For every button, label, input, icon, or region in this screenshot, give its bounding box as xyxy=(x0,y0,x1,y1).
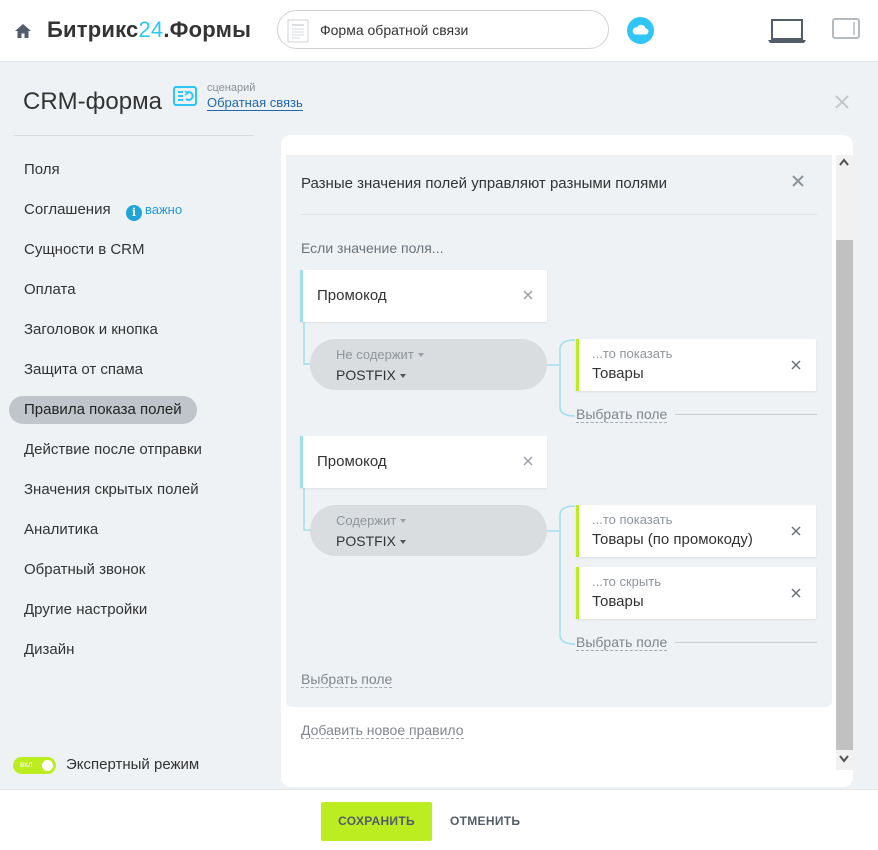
condition-field-name: Промокод xyxy=(317,453,387,470)
brand-logo[interactable]: Битрикс24.Формы xyxy=(47,17,251,43)
chevron-down-icon xyxy=(399,540,406,544)
important-badge[interactable]: i важно xyxy=(126,200,183,221)
condition-pill: Содержит POSTFIX xyxy=(310,505,547,556)
action-target: Товары (по промокоду) xyxy=(592,531,753,548)
sidebar-item-field-rules[interactable]: Правила показа полей xyxy=(9,396,197,424)
chevron-down-icon xyxy=(417,353,424,357)
condition-field-card[interactable]: Промокод xyxy=(300,270,547,322)
pick-condition-field-link[interactable]: Выбрать поле xyxy=(301,671,393,688)
rule-title: Разные значения полей управляют разными … xyxy=(301,175,667,192)
cancel-button[interactable]: ОТМЕНИТЬ xyxy=(450,814,520,828)
pick-field-link[interactable]: Выбрать поле xyxy=(576,634,668,651)
action-target: Товары xyxy=(592,593,644,610)
expert-mode-label: Экспертный режим xyxy=(66,756,200,773)
sidebar-item-analytics[interactable]: Аналитика xyxy=(24,516,98,544)
sidebar-item-fields[interactable]: Поля xyxy=(24,156,60,184)
form-selector-value: Форма обратной связи xyxy=(320,22,469,38)
page-title: CRM-форма xyxy=(23,88,162,115)
chevron-down-icon xyxy=(399,374,406,378)
expert-mode-toggle[interactable]: вкл xyxy=(13,757,56,774)
sidebar-item-callback[interactable]: Обратный звонок xyxy=(24,556,145,584)
sidebar-item-other-settings[interactable]: Другие настройки xyxy=(24,596,147,624)
toggle-knob xyxy=(42,760,53,771)
remove-action-icon[interactable] xyxy=(791,588,801,598)
action-bracket xyxy=(547,339,576,417)
remove-field-icon[interactable] xyxy=(523,290,533,300)
top-bar: Битрикс24.Формы Форма обратной связи xyxy=(0,0,878,62)
add-rule-link[interactable]: Добавить новое правило xyxy=(301,722,464,739)
sidebar-item-hidden-fields[interactable]: Значения скрытых полей xyxy=(24,476,199,504)
action-target: Товары xyxy=(592,365,644,382)
remove-rule-icon[interactable] xyxy=(791,174,805,188)
condition-value[interactable]: POSTFIX xyxy=(336,533,406,549)
home-icon[interactable] xyxy=(14,22,32,40)
sidebar-divider xyxy=(13,135,254,136)
condition-field-card[interactable]: Промокод xyxy=(300,436,547,488)
condition-operator[interactable]: Не содержит xyxy=(336,347,424,362)
sidebar-item-agreements[interactable]: Соглашения xyxy=(24,196,111,224)
save-button[interactable]: СОХРАНИТЬ xyxy=(321,802,432,841)
pick-field-line xyxy=(675,642,817,643)
condition-operator[interactable]: Содержит xyxy=(336,513,407,528)
remove-field-icon[interactable] xyxy=(523,456,533,466)
pick-field-link[interactable]: Выбрать поле xyxy=(576,406,668,423)
action-type[interactable]: ...то показать xyxy=(592,512,672,527)
condition-value[interactable]: POSTFIX xyxy=(336,367,406,383)
footer-bar xyxy=(0,789,878,850)
sidebar-item-design[interactable]: Дизайн xyxy=(24,636,74,664)
scenario-link[interactable]: Обратная связь xyxy=(207,95,303,111)
condition-field-name: Промокод xyxy=(317,287,387,304)
mobile-view-icon[interactable] xyxy=(832,18,860,40)
scroll-down-icon[interactable] xyxy=(838,754,850,764)
action-type[interactable]: ...то показать xyxy=(592,346,672,361)
document-icon xyxy=(287,19,309,43)
cloud-icon xyxy=(632,24,649,35)
chevron-down-icon xyxy=(400,519,407,523)
scenario-caption: сценарий xyxy=(207,82,256,94)
if-value-label: Если значение поля... xyxy=(301,240,444,256)
remove-action-icon[interactable] xyxy=(791,360,801,370)
action-bracket xyxy=(547,505,576,645)
sidebar-item-header-button[interactable]: Заголовок и кнопка xyxy=(24,316,158,344)
desktop-view-icon[interactable] xyxy=(767,18,807,44)
sidebar-item-spam-protection[interactable]: Защита от спама xyxy=(24,356,143,384)
cloud-publish-button[interactable] xyxy=(627,17,654,44)
scrollbar-thumb[interactable] xyxy=(836,240,853,750)
sidebar-item-after-submit[interactable]: Действие после отправки xyxy=(24,436,202,464)
condition-pill: Не содержит POSTFIX xyxy=(310,339,547,390)
remove-action-icon[interactable] xyxy=(791,526,801,536)
action-type[interactable]: ...то скрыть xyxy=(592,574,661,589)
form-selector[interactable]: Форма обратной связи xyxy=(277,10,609,49)
sidebar-item-crm-entities[interactable]: Сущности в CRM xyxy=(24,236,145,264)
action-card[interactable]: ...то показать Товары xyxy=(576,339,816,391)
action-card[interactable]: ...то скрыть Товары xyxy=(576,567,816,619)
important-badge-label: важно xyxy=(145,202,183,217)
action-card[interactable]: ...то показать Товары (по промокоду) xyxy=(576,505,816,557)
scenario-icon xyxy=(173,86,197,106)
pick-field-line xyxy=(675,414,817,415)
toggle-state-label: вкл xyxy=(20,760,33,769)
sidebar-item-payment[interactable]: Оплата xyxy=(24,276,76,304)
close-icon[interactable] xyxy=(834,94,850,110)
scroll-up-icon[interactable] xyxy=(838,157,850,167)
info-icon: i xyxy=(126,205,142,221)
rule-divider xyxy=(301,214,817,215)
